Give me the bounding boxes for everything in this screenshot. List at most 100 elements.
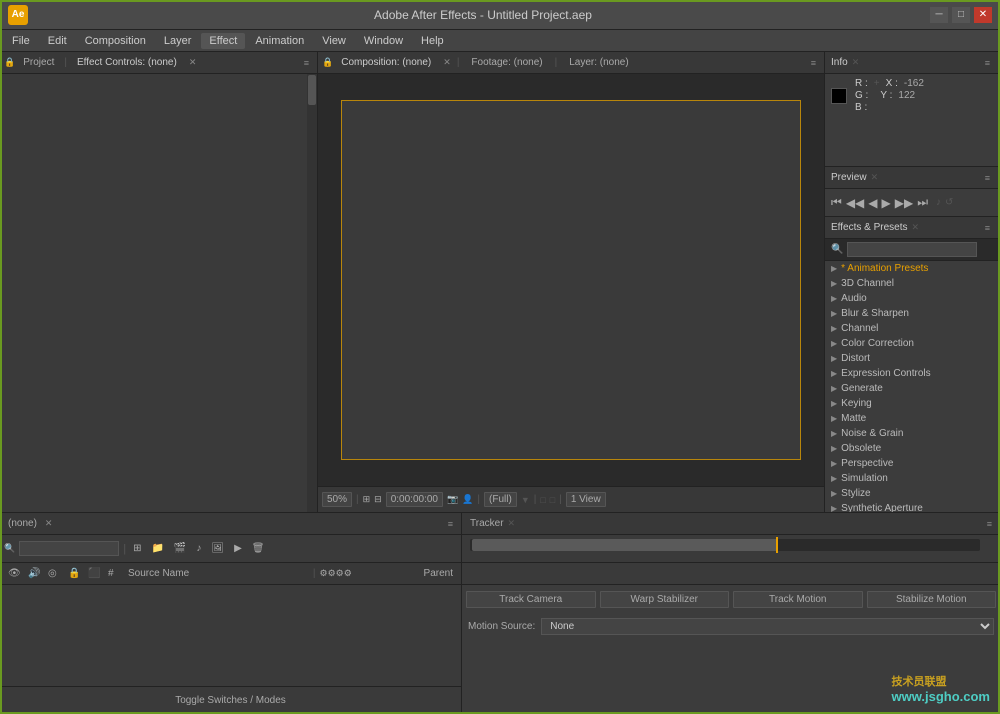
toggle-switches-label[interactable]: Toggle Switches / Modes — [175, 695, 286, 706]
new-comp-icon[interactable]: ⊞ — [130, 542, 144, 555]
timeline-playhead[interactable] — [776, 537, 778, 553]
menu-animation[interactable]: Animation — [247, 33, 312, 49]
zoom-level[interactable]: 50% — [322, 492, 352, 507]
watermark: 技术员联盟 www.jsgho.com — [892, 673, 990, 704]
stabilize-motion-btn[interactable]: Stabilize Motion — [867, 591, 997, 608]
effect-keying[interactable]: ▶ Keying — [825, 396, 1000, 411]
menu-edit[interactable]: Edit — [40, 33, 75, 49]
preview-tab-label: Preview — [831, 172, 867, 183]
preview-last[interactable]: ⏭ — [917, 195, 928, 210]
video-icon[interactable]: ▶ — [231, 542, 245, 555]
tab-effect-controls[interactable]: Effect Controls: (none) — [71, 55, 183, 70]
timecode[interactable]: 0:00:00:00 — [386, 492, 443, 507]
effect-channel[interactable]: ▶ Channel — [825, 321, 1000, 336]
timeline-scrub-area[interactable] — [462, 535, 1000, 563]
close-button[interactable]: ✕ — [974, 7, 992, 23]
motion-source-select[interactable]: None — [541, 618, 994, 635]
effect-item-label: Distort — [841, 353, 870, 364]
effect-synthetic-aperture[interactable]: ▶ Synthetic Aperture — [825, 501, 1000, 512]
center-tabs: 🔒 Composition: (none) ✕ | Footage: (none… — [318, 52, 824, 74]
audio-icon[interactable]: ♪ — [193, 542, 204, 555]
info-color-row: R : + X : -162 G : Y : 122 — [831, 78, 994, 113]
preview-panel: Preview ✕ ≡ ⏮ ◀◀ ◀ ▶ ▶▶ ⏭ ♪ ↺ — [825, 167, 1000, 217]
preview-tab: Preview ✕ ≡ — [825, 167, 1000, 189]
info-panel-menu[interactable]: ≡ — [981, 58, 994, 68]
preview-first[interactable]: ⏮ — [831, 195, 842, 210]
timeline-col-headers: 👁 🔊 ◎ 🔒 ⬛ # Source Name | ⚙⚙⚙⚙ Parent — [0, 563, 461, 585]
comp-viewer — [318, 74, 824, 486]
menu-effect[interactable]: Effect — [201, 33, 245, 49]
preview-next-frame[interactable]: ▶▶ — [895, 196, 913, 210]
render-queue-close[interactable]: ✕ — [45, 518, 53, 529]
composition-close[interactable]: ✕ — [443, 57, 451, 68]
effect-animation-presets[interactable]: ▶ * Animation Presets — [825, 261, 1000, 276]
tab-layer[interactable]: Layer: (none) — [563, 55, 634, 70]
effect-item-label: 3D Channel — [841, 278, 894, 289]
arrow-icon: ▶ — [831, 489, 837, 498]
effects-panel: Effects & Presets ✕ ≡ 🔍 ▶ * Animation Pr… — [825, 217, 1000, 512]
menu-window[interactable]: Window — [356, 33, 411, 49]
left-scroll[interactable] — [307, 74, 317, 512]
tab-project[interactable]: Project — [17, 55, 60, 70]
effects-search-input[interactable] — [847, 242, 977, 257]
warp-stabilizer-btn[interactable]: Warp Stabilizer — [600, 591, 730, 608]
menu-composition[interactable]: Composition — [77, 33, 154, 49]
effect-3d-channel[interactable]: ▶ 3D Channel — [825, 276, 1000, 291]
menu-layer[interactable]: Layer — [156, 33, 200, 49]
composition-icon[interactable]: 🎬 — [171, 542, 189, 555]
effect-controls-close[interactable]: ✕ — [189, 57, 197, 68]
preview-back-step[interactable]: ◀◀ — [846, 196, 864, 210]
menu-help[interactable]: Help — [413, 33, 452, 49]
preview-play[interactable]: ▶ — [882, 196, 891, 210]
effect-expression-controls[interactable]: ▶ Expression Controls — [825, 366, 1000, 381]
delete-icon[interactable]: 🗑 — [249, 542, 268, 555]
switches-col: ⚙⚙⚙⚙ — [320, 568, 420, 579]
bottom-left-menu[interactable]: ≡ — [444, 519, 457, 529]
audio-col: 🔊 — [28, 568, 44, 579]
timeline-search[interactable] — [19, 541, 119, 556]
effect-matte[interactable]: ▶ Matte — [825, 411, 1000, 426]
timeline-bar-fill — [472, 539, 778, 551]
effect-audio[interactable]: ▶ Audio — [825, 291, 1000, 306]
preview-panel-menu[interactable]: ≡ — [981, 173, 994, 183]
track-camera-btn[interactable]: Track Camera — [466, 591, 596, 608]
render-queue-label[interactable]: (none) — [4, 516, 41, 531]
timeline-content — [0, 585, 461, 686]
effect-distort[interactable]: ▶ Distort — [825, 351, 1000, 366]
center-panel-menu[interactable]: ≡ — [807, 58, 820, 68]
effect-color-correction[interactable]: ▶ Color Correction — [825, 336, 1000, 351]
tab-composition[interactable]: Composition: (none) — [335, 55, 437, 70]
left-panel-tabs: 🔒 Project | Effect Controls: (none) ✕ ≡ — [0, 52, 317, 74]
arrow-icon: ▶ — [831, 264, 837, 273]
preview-prev-frame[interactable]: ◀ — [868, 196, 877, 210]
effect-perspective[interactable]: ▶ Perspective — [825, 456, 1000, 471]
tracker-tab-label[interactable]: Tracker — [466, 516, 508, 531]
views-btn[interactable]: 1 View — [566, 492, 606, 507]
effect-noise-grain[interactable]: ▶ Noise & Grain — [825, 426, 1000, 441]
minimize-button[interactable]: ─ — [930, 7, 948, 23]
effects-list: ▶ * Animation Presets ▶ 3D Channel ▶ Aud… — [825, 261, 1000, 512]
color-col: ⬛ — [88, 568, 104, 579]
image-icon[interactable]: 🖼 — [208, 542, 227, 555]
maximize-button[interactable]: □ — [952, 7, 970, 23]
effect-generate[interactable]: ▶ Generate — [825, 381, 1000, 396]
effect-simulation[interactable]: ▶ Simulation — [825, 471, 1000, 486]
arrow-icon: ▶ — [831, 354, 837, 363]
left-panel-menu[interactable]: ≡ — [300, 58, 313, 68]
bottom-right-menu[interactable]: ≡ — [983, 519, 996, 529]
effect-blur-sharpen[interactable]: ▶ Blur & Sharpen — [825, 306, 1000, 321]
main-layout: 🔒 Project | Effect Controls: (none) ✕ ≡ … — [0, 52, 1000, 714]
quality-btn[interactable]: (Full) — [484, 492, 517, 507]
effect-item-label: Stylize — [841, 488, 870, 499]
arrow-icon: ▶ — [831, 309, 837, 318]
effect-stylize[interactable]: ▶ Stylize — [825, 486, 1000, 501]
source-name-col: Source Name — [128, 568, 309, 579]
folder-icon[interactable]: 📁 — [148, 542, 166, 555]
track-motion-btn[interactable]: Track Motion — [733, 591, 863, 608]
menu-view[interactable]: View — [314, 33, 354, 49]
menu-file[interactable]: File — [4, 33, 38, 49]
tab-footage[interactable]: Footage: (none) — [465, 55, 548, 70]
effect-obsolete[interactable]: ▶ Obsolete — [825, 441, 1000, 456]
effects-panel-menu[interactable]: ≡ — [981, 223, 994, 233]
watermark-line1: 技术员联盟 — [892, 673, 990, 689]
